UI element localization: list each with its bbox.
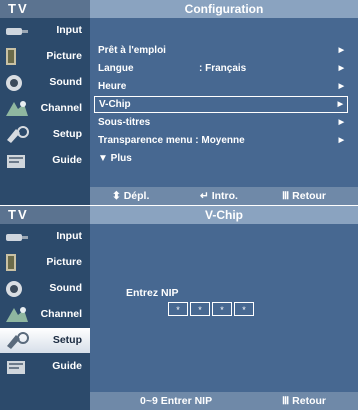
sidebar-item-label: Guide [52, 154, 82, 166]
return-hint: Ⅲ Retour [282, 395, 326, 407]
sidebar-item-label: Setup [52, 334, 82, 346]
tv-label: TV [0, 206, 90, 224]
pin-entry-hint: 0~9 Entrer NIP [140, 395, 213, 407]
arrow-right-icon: ▶ [338, 83, 344, 90]
sidebar-item-picture[interactable]: Picture [0, 44, 90, 69]
sidebar-item-guide[interactable]: Guide [0, 148, 90, 173]
sidebar-item-label: Picture [46, 256, 82, 268]
sidebar-item-input[interactable]: Input [0, 224, 90, 249]
pin-digit-field[interactable]: * [190, 302, 210, 316]
menu-title: V-Chip [90, 206, 358, 224]
sidebar-item-label: Input [56, 230, 82, 242]
sidebar-item-channel[interactable]: Channel [0, 96, 90, 121]
speaker-icon [6, 281, 22, 297]
menu-item-menu-transparency[interactable]: Transparence menu : Moyenne ▶ [94, 132, 348, 149]
arrow-right-icon: ▶ [338, 47, 344, 54]
sidebar-item-label: Input [56, 24, 82, 36]
menu-item-v-chip[interactable]: V-Chip ▶ [94, 96, 348, 113]
configuration-menu-panel: TV Configuration Input Picture Sound Cha… [0, 0, 358, 205]
setup-icon [7, 126, 29, 143]
pin-digit-field[interactable]: * [234, 302, 254, 316]
sidebar-item-sound[interactable]: Sound [0, 276, 90, 301]
bottom-help-bar: ⬍ Dépl. ↵ Intro. Ⅲ Retour [90, 187, 358, 205]
sidebar-item-picture[interactable]: Picture [0, 250, 90, 275]
menu-item-language[interactable]: Langue : Français ▶ [94, 60, 348, 77]
setup-icon [7, 332, 29, 349]
enter-hint: ↵ Intro. [200, 190, 238, 202]
sidebar-item-label: Sound [49, 282, 82, 294]
arrow-right-icon: ▶ [338, 137, 344, 144]
input-icon [6, 234, 28, 241]
menu-item-plug-and-play[interactable]: Prêt à l'emploi ▶ [94, 42, 348, 59]
menu-item-time[interactable]: Heure ▶ [94, 78, 348, 95]
input-icon [6, 28, 28, 35]
pin-entry-content: Entrez NIP * * * * [90, 224, 358, 392]
pin-digit-field[interactable]: * [212, 302, 232, 316]
tv-label: TV [0, 0, 90, 18]
menu-title: Configuration [90, 0, 358, 18]
sidebar: Input Picture Sound Channel Setup Guide [0, 224, 90, 380]
sidebar-item-label: Channel [40, 102, 82, 114]
menu-item-captions[interactable]: Sous-titres ▶ [94, 114, 348, 131]
sidebar-item-label: Sound [49, 76, 82, 88]
move-hint: ⬍ Dépl. [112, 190, 150, 202]
menu-item-more[interactable]: ▼ Plus [94, 150, 348, 167]
pin-digit-field[interactable]: * [168, 302, 188, 316]
picture-icon [6, 48, 16, 65]
sidebar-item-label: Guide [52, 360, 82, 372]
sidebar-item-sound[interactable]: Sound [0, 70, 90, 95]
sidebar-item-setup[interactable]: Setup [0, 328, 90, 353]
sidebar-item-input[interactable]: Input [0, 18, 90, 43]
sidebar-item-setup[interactable]: Setup [0, 122, 90, 147]
sidebar-item-label: Picture [46, 50, 82, 62]
speaker-icon [6, 75, 22, 91]
bottom-help-bar: 0~9 Entrer NIP Ⅲ Retour [90, 392, 358, 410]
channel-icon [6, 101, 28, 116]
guide-icon [7, 155, 25, 168]
channel-icon [6, 307, 28, 322]
sidebar-item-label: Channel [40, 308, 82, 320]
pin-label: Entrez NIP [126, 287, 179, 299]
sidebar-item-label: Setup [52, 128, 82, 140]
arrow-right-icon: ▶ [337, 101, 343, 108]
v-chip-pin-panel: TV V-Chip Input Picture Sound Channel Se… [0, 206, 358, 410]
arrow-right-icon: ▶ [338, 119, 344, 126]
sidebar: Input Picture Sound Channel Setup Guide [0, 18, 90, 174]
picture-icon [6, 254, 16, 271]
sidebar-item-channel[interactable]: Channel [0, 302, 90, 327]
return-hint: Ⅲ Retour [282, 190, 326, 202]
guide-icon [7, 361, 25, 374]
language-value: : Français [199, 63, 247, 74]
menu-content: Prêt à l'emploi ▶ Langue : Français ▶ He… [90, 18, 358, 187]
sidebar-item-guide[interactable]: Guide [0, 354, 90, 379]
arrow-right-icon: ▶ [338, 65, 344, 72]
